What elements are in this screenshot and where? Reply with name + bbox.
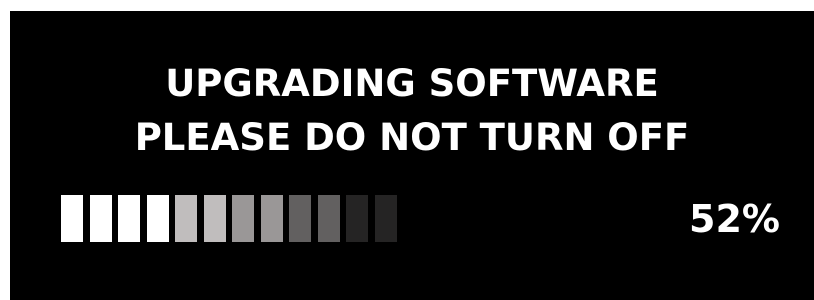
- progress-segment: [346, 195, 368, 242]
- progress-segment: [147, 195, 169, 242]
- progress-segment: [118, 195, 140, 242]
- progress-segment: [175, 195, 197, 242]
- message-line-1: UPGRADING SOFTWARE: [165, 62, 659, 105]
- progress-segment: [204, 195, 226, 242]
- progress-segment: [61, 195, 83, 242]
- progress-segment: [289, 195, 311, 242]
- progress-segment: [232, 195, 254, 242]
- progress-segment: [261, 195, 283, 242]
- upgrade-screen: UPGRADING SOFTWARE PLEASE DO NOT TURN OF…: [10, 11, 814, 300]
- progress-percent: 52%: [689, 197, 780, 241]
- progress-segment: [375, 195, 397, 242]
- upgrade-message: UPGRADING SOFTWARE PLEASE DO NOT TURN OF…: [10, 57, 814, 165]
- message-line-2: PLEASE DO NOT TURN OFF: [134, 116, 690, 159]
- progress-bar: [61, 195, 411, 242]
- progress-segment: [90, 195, 112, 242]
- progress-segment: [318, 195, 340, 242]
